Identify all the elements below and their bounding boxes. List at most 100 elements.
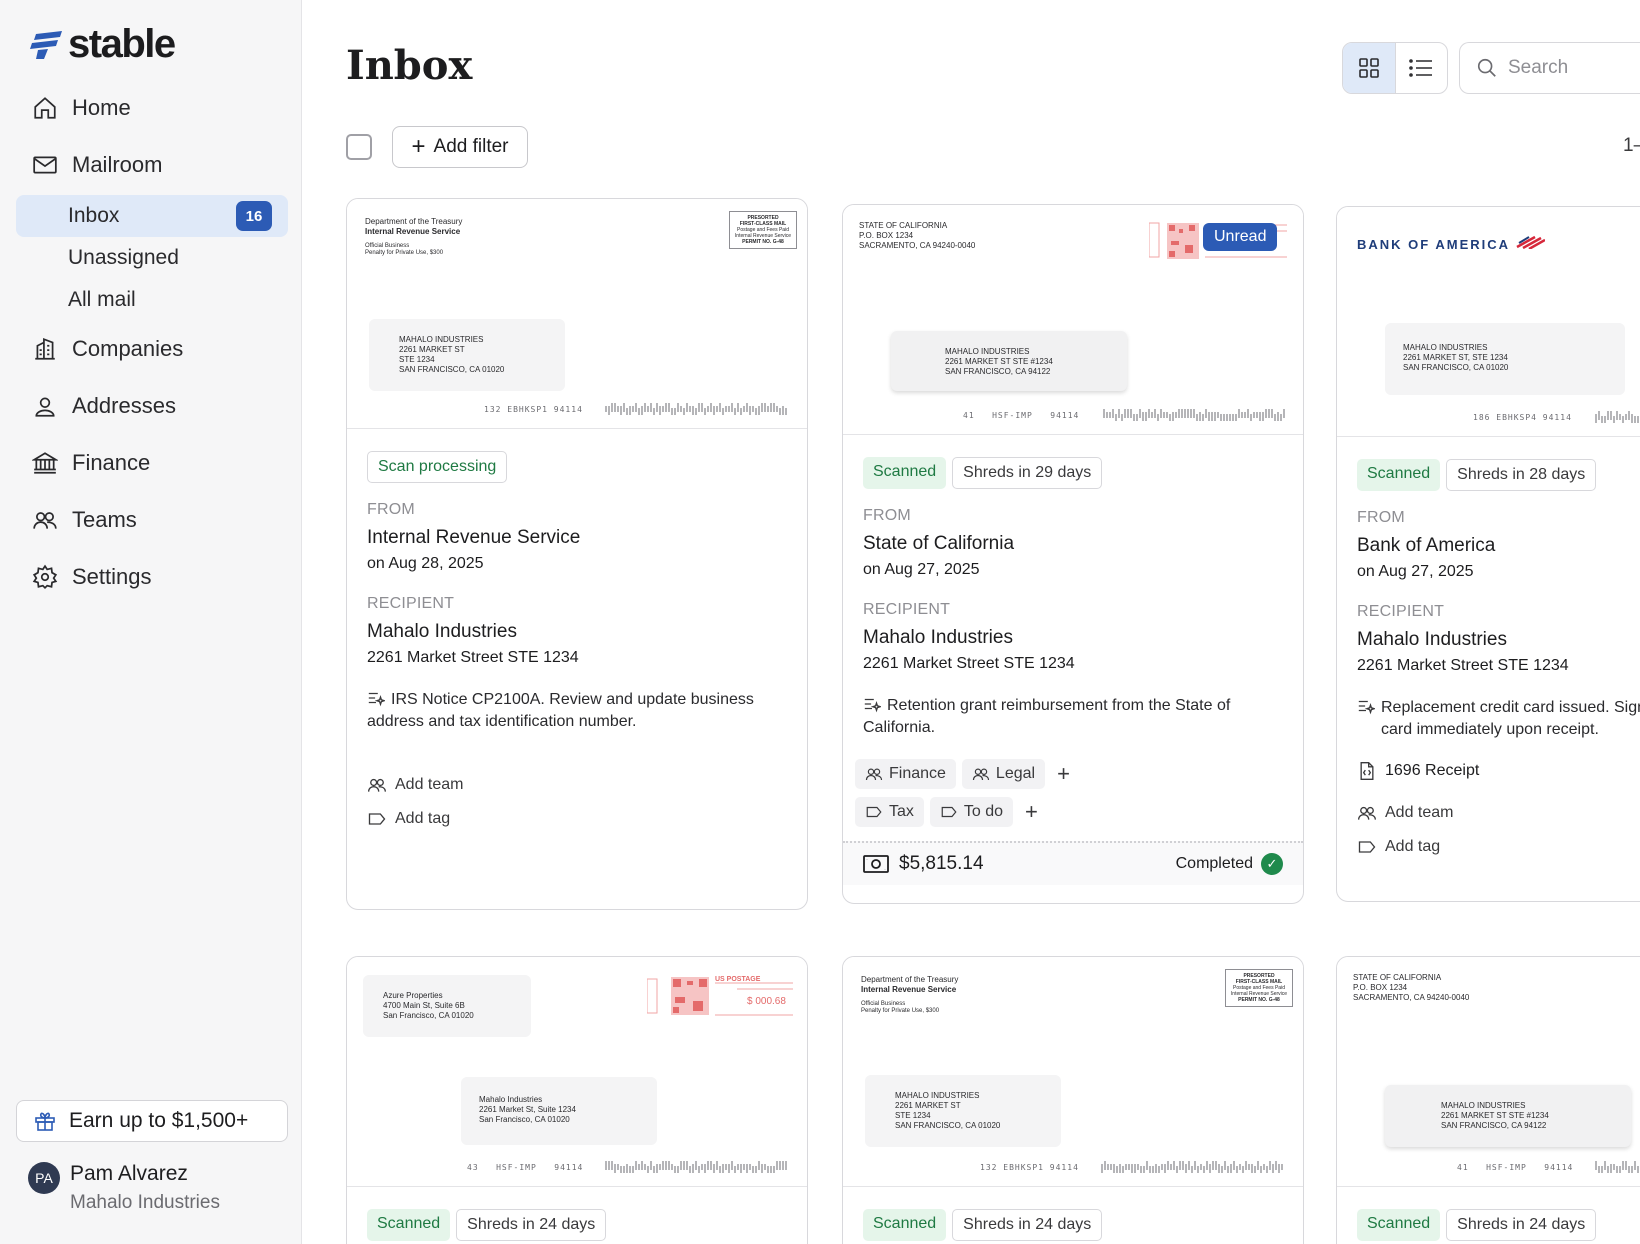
recipient-label: RECIPIENT — [367, 595, 455, 612]
sidebar-nav: Home Mailroom Inbox 16 Unassigned All ma… — [16, 86, 288, 612]
team-chips: Finance Legal + — [855, 759, 1283, 789]
status-badge: Scanned — [1357, 1209, 1441, 1241]
receipt-attachment[interactable]: 1696 Receipt — [1357, 761, 1635, 781]
sidebar-item-all-mail[interactable]: All mail — [16, 279, 288, 321]
team-chip-legal[interactable]: Legal — [961, 759, 1046, 789]
mail-card[interactable]: STATE OF CALIFORNIA P.O. BOX 1234 SACRAM… — [1336, 956, 1640, 1244]
mail-icon — [33, 156, 57, 174]
inbox-count-badge: 16 — [236, 201, 272, 231]
tag-chip-tax[interactable]: Tax — [855, 797, 924, 827]
payment-status: Completed ✓ — [1176, 853, 1283, 875]
grid-icon — [1358, 58, 1379, 78]
add-tag-button[interactable]: Add tag — [1357, 837, 1635, 857]
search-input[interactable]: Search — [1459, 42, 1640, 94]
add-team-plus-button[interactable]: + — [1057, 761, 1070, 787]
stable-logo-icon — [30, 30, 62, 59]
sidebar-item-companies[interactable]: Companies — [16, 327, 288, 371]
received-date: on Aug 27, 2025 — [1357, 563, 1474, 580]
logo[interactable]: stable — [30, 22, 176, 67]
postage-permit: PRESORTED FIRST-CLASS MAIL Postage and F… — [1225, 969, 1293, 1007]
recipient-address: 2261 Market Street STE 1234 — [367, 649, 579, 666]
mail-card[interactable]: BANK OF AMERICA MAHALO INDUSTRIES 2261 M… — [1336, 206, 1640, 902]
unread-badge: Unread — [1203, 223, 1278, 251]
plus-icon: + — [411, 133, 426, 160]
envelope-sender: Department of the Treasury Internal Reve… — [365, 217, 463, 256]
sidebar-item-settings[interactable]: Settings — [16, 555, 288, 599]
recipient-label: RECIPIENT — [1357, 603, 1445, 620]
postage-label: US POSTAGE — [715, 976, 761, 983]
status-badge: Scanned — [367, 1209, 451, 1241]
sidebar-item-label: Unassigned — [68, 246, 179, 269]
envelope-address-window: MAHALO INDUSTRIES 2261 MARKET ST STE 123… — [369, 319, 565, 391]
user-profile[interactable]: PA Pam Alvarez Mahalo Industries — [28, 1162, 220, 1214]
tag-icon — [941, 806, 957, 818]
recipient-name: Mahalo Industries — [1357, 629, 1507, 650]
sidebar-item-inbox[interactable]: Inbox 16 — [16, 195, 288, 237]
home-icon — [34, 97, 56, 119]
sidebar-item-teams[interactable]: Teams — [16, 498, 288, 542]
shred-badge: Shreds in 28 days — [1446, 459, 1597, 491]
envelope-barcode-text: 186 EBHKSP4 94114 — [1473, 413, 1572, 422]
main-content: Inbox Search + Add filter 1– Department … — [302, 0, 1640, 1244]
postage-amount: $ 000.68 — [747, 996, 786, 1007]
add-filter-label: Add filter — [433, 136, 509, 157]
ai-summary: IRS Notice CP2100A. Review and update bu… — [367, 691, 754, 730]
envelope-address-window: MAHALO INDUSTRIES 2261 MARKET ST, STE 12… — [1385, 323, 1625, 395]
add-filter-button[interactable]: + Add filter — [392, 126, 528, 168]
envelope-scan[interactable]: STATE OF CALIFORNIA P.O. BOX 1234 SACRAM… — [843, 205, 1303, 435]
received-date: on Aug 28, 2025 — [367, 555, 484, 572]
bank-icon — [32, 452, 58, 474]
add-team-button[interactable]: Add team — [1357, 803, 1635, 823]
sidebar-item-label: Settings — [72, 564, 152, 589]
sender-name: State of California — [863, 533, 1015, 554]
sidebar-item-home[interactable]: Home — [16, 86, 288, 130]
mail-card[interactable]: Department of the Treasury Internal Reve… — [842, 956, 1304, 1244]
postal-barcode — [1103, 409, 1285, 421]
ai-summary: Replacement credit card issued. Sign car… — [1357, 697, 1640, 741]
select-all-checkbox[interactable] — [346, 134, 372, 160]
received-date: on Aug 27, 2025 — [863, 561, 980, 578]
postal-barcode — [1101, 1161, 1283, 1173]
add-tag-button[interactable]: Add tag — [367, 809, 787, 829]
add-team-button[interactable]: Add team — [367, 775, 787, 795]
tag-chip-todo[interactable]: To do — [929, 797, 1014, 827]
list-view-button[interactable] — [1396, 43, 1448, 93]
sidebar-item-unassigned[interactable]: Unassigned — [16, 237, 288, 279]
team-chip-finance[interactable]: Finance — [855, 759, 956, 789]
team-icon — [972, 768, 990, 781]
envelope-scan[interactable]: Azure Properties 4700 Main St, Suite 6B … — [347, 957, 807, 1187]
recipient-label: RECIPIENT — [863, 601, 951, 618]
building-icon — [35, 337, 55, 360]
sidebar-item-mailroom[interactable]: Mailroom — [16, 143, 288, 187]
earn-referral-button[interactable]: Earn up to $1,500+ — [16, 1100, 288, 1142]
envelope-sender: Department of the Treasury Internal Reve… — [861, 975, 959, 1014]
user-company: Mahalo Industries — [70, 1192, 220, 1213]
sidebar-item-addresses[interactable]: Addresses — [16, 384, 288, 428]
sparkle-list-icon — [1358, 700, 1377, 715]
tag-chips: Tax To do + — [855, 797, 1283, 827]
grid-view-button[interactable] — [1343, 43, 1396, 93]
envelope-sender: STATE OF CALIFORNIA P.O. BOX 1234 SACRAM… — [859, 221, 976, 250]
shred-badge: Shreds in 24 days — [456, 1209, 607, 1241]
envelope-scan[interactable]: Department of the Treasury Internal Reve… — [843, 957, 1303, 1187]
envelope-scan[interactable]: BANK OF AMERICA MAHALO INDUSTRIES 2261 M… — [1337, 207, 1640, 437]
envelope-scan[interactable]: Department of the Treasury Internal Reve… — [347, 199, 807, 429]
mail-card[interactable]: Azure Properties 4700 Main St, Suite 6B … — [346, 956, 808, 1244]
earn-label: Earn up to $1,500+ — [69, 1109, 249, 1132]
payment-amount: $5,815.14 — [863, 853, 984, 875]
mail-card[interactable]: Department of the Treasury Internal Reve… — [346, 198, 808, 910]
sender-name: Bank of America — [1357, 535, 1496, 556]
logo-text: stable — [68, 22, 176, 66]
sidebar-item-finance[interactable]: Finance — [16, 441, 288, 485]
check-icon: ✓ — [1261, 853, 1283, 875]
postage-permit: PRESORTED FIRST-CLASS MAIL Postage and F… — [729, 211, 797, 249]
mail-card[interactable]: STATE OF CALIFORNIA P.O. BOX 1234 SACRAM… — [842, 204, 1304, 904]
sidebar-item-label: Mailroom — [72, 152, 163, 177]
gear-icon — [32, 564, 58, 590]
recipient-name: Mahalo Industries — [367, 621, 517, 642]
envelope-barcode-text: 132 EBHKSP1 94114 — [980, 1163, 1079, 1172]
envelope-address-window: MAHALO INDUSTRIES 2261 MARKET ST STE 123… — [865, 1075, 1061, 1147]
list-icon — [1409, 59, 1433, 77]
envelope-scan[interactable]: STATE OF CALIFORNIA P.O. BOX 1234 SACRAM… — [1337, 957, 1640, 1187]
add-tag-plus-button[interactable]: + — [1025, 799, 1038, 825]
